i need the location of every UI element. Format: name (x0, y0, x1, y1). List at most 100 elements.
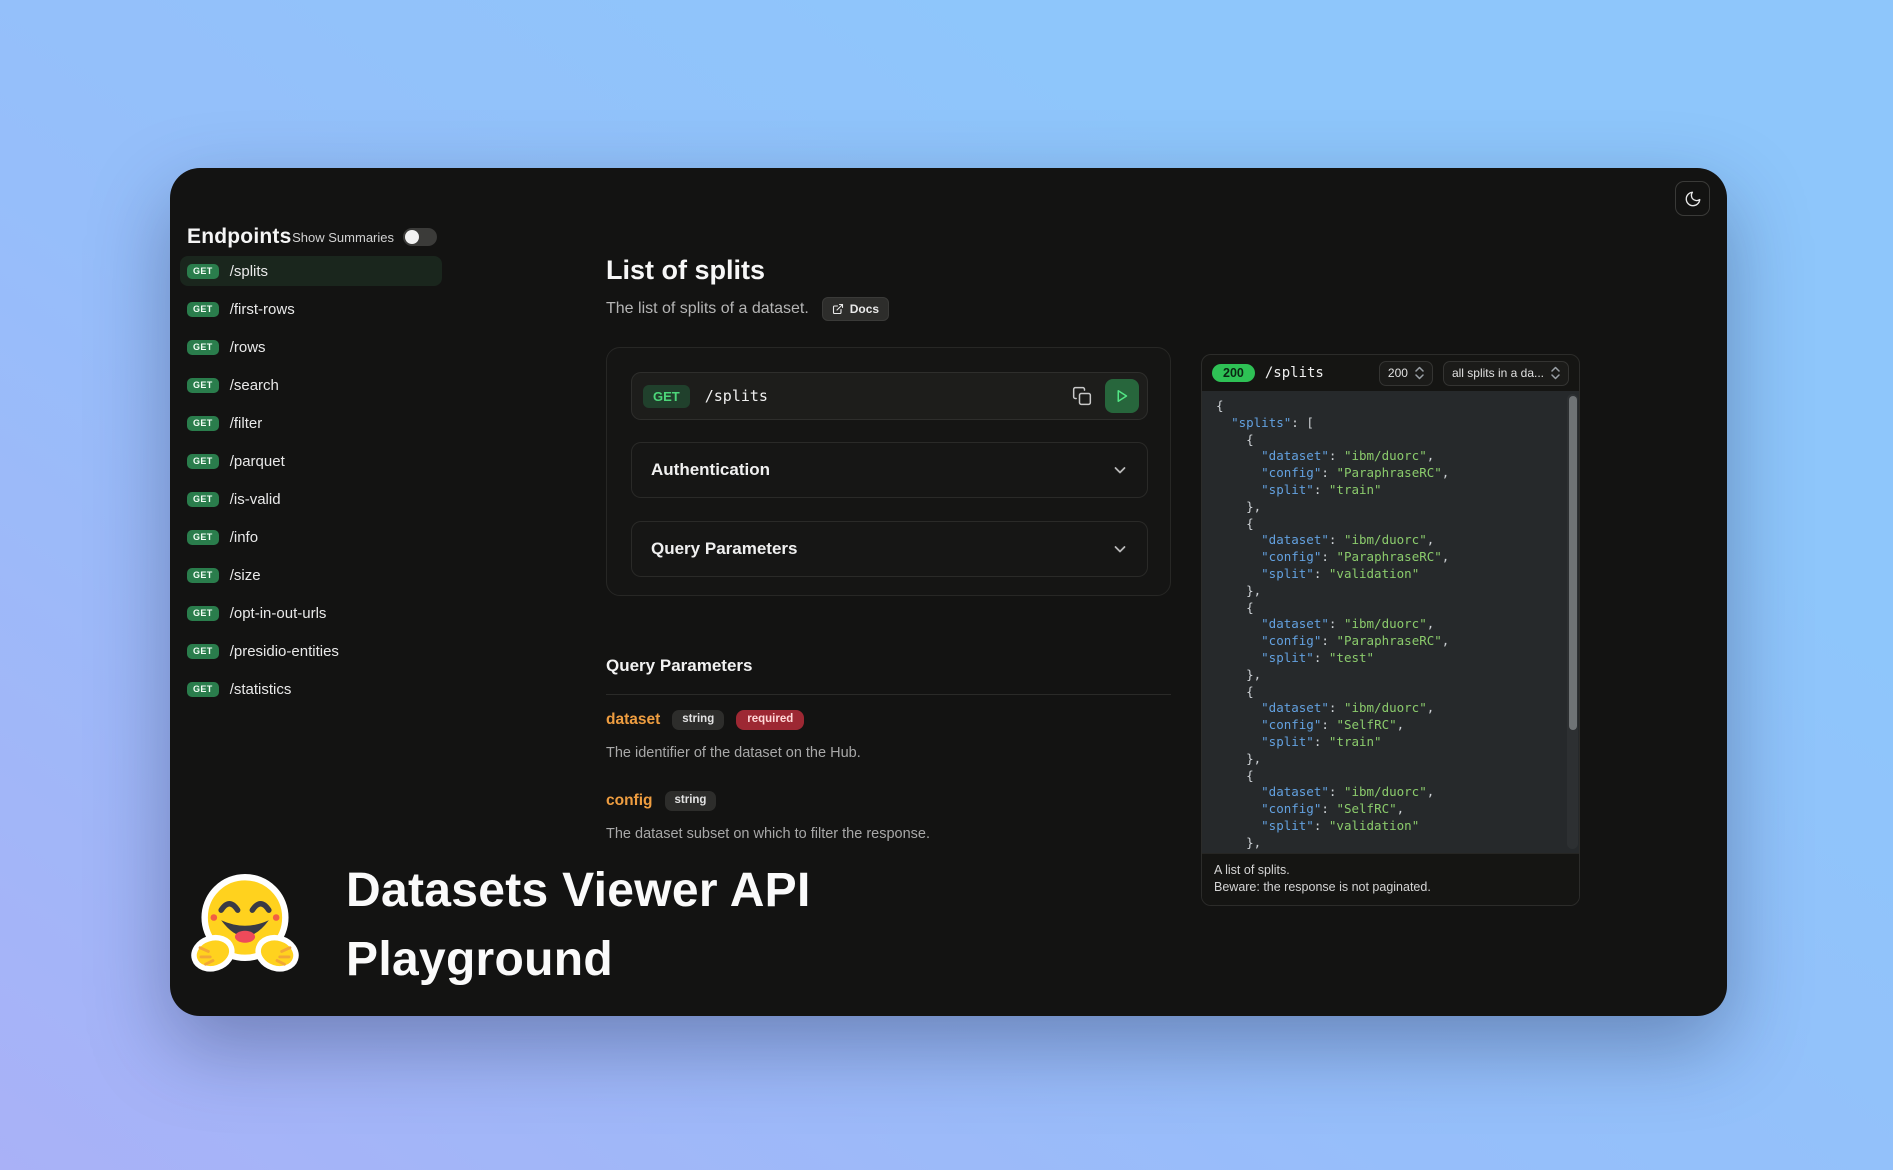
endpoint-path: /first-rows (230, 301, 295, 318)
page-title: List of splits (606, 255, 765, 286)
status-code-select-value: 200 (1388, 366, 1408, 380)
select-updown-icon (1415, 366, 1424, 380)
app-title-line2: Playground (346, 925, 811, 994)
sidebar-item-rows[interactable]: GET /rows (180, 332, 442, 362)
accordion-label: Authentication (651, 460, 770, 480)
app-title: Datasets Viewer API Playground (346, 856, 811, 994)
sidebar-item-presidio-entities[interactable]: GET /presidio-entities (180, 636, 442, 666)
show-summaries-label: Show Summaries (292, 230, 394, 245)
param-head: config string (606, 790, 1171, 812)
get-method-badge: GET (187, 644, 219, 659)
param-row: config string The dataset subset on whic… (606, 790, 1171, 844)
sidebar-item-info[interactable]: GET /info (180, 522, 442, 552)
param-row: dataset string required The identifier o… (606, 709, 1171, 763)
show-summaries-toggle[interactable] (403, 228, 437, 246)
get-method-badge: GET (187, 454, 219, 469)
query-parameters-heading: Query Parameters (606, 655, 1171, 677)
example-select-value: all splits in a da... (1452, 366, 1544, 380)
param-head: dataset string required (606, 709, 1171, 731)
copy-icon (1072, 386, 1092, 406)
response-summary-line2: Beware: the response is not paginated. (1214, 879, 1567, 896)
app-window: Endpoints Show Summaries GET /splits GET… (170, 168, 1727, 1016)
endpoint-list: GET /splits GET /first-rows GET /rows GE… (180, 256, 442, 704)
get-method-badge: GET (187, 378, 219, 393)
get-method-badge: GET (187, 302, 219, 317)
sidebar-item-parquet[interactable]: GET /parquet (180, 446, 442, 476)
dark-mode-toggle-button[interactable] (1675, 181, 1710, 216)
status-code-badge: 200 (1212, 364, 1255, 383)
get-method-badge: GET (187, 264, 219, 279)
chevron-down-icon (1112, 462, 1128, 478)
sidebar-item-filter[interactable]: GET /filter (180, 408, 442, 438)
param-description: The dataset subset on which to filter th… (606, 824, 1171, 844)
status-code-select[interactable]: 200 (1379, 361, 1433, 386)
param-type-badge: string (672, 710, 724, 730)
endpoint-path: /opt-in-out-urls (230, 605, 327, 622)
endpoint-path: /rows (230, 339, 266, 356)
sidebar-item-size[interactable]: GET /size (180, 560, 442, 590)
toggle-knob (405, 230, 419, 244)
get-method-badge: GET (187, 682, 219, 697)
param-required-badge: required (736, 710, 804, 730)
get-method-badge: GET (187, 492, 219, 507)
response-summary-line1: A list of splits. (1214, 862, 1567, 879)
sidebar-item-search[interactable]: GET /search (180, 370, 442, 400)
request-bar: GET /splits (631, 372, 1148, 420)
endpoint-path: /filter (230, 415, 263, 432)
run-button[interactable] (1105, 379, 1139, 413)
param-list: dataset string required The identifier o… (606, 709, 1171, 844)
get-method-badge: GET (187, 416, 219, 431)
endpoint-path: /search (230, 377, 279, 394)
divider (606, 694, 1171, 695)
param-type-badge: string (665, 791, 717, 811)
endpoint-path: /presidio-entities (230, 643, 339, 660)
sidebar-item-statistics[interactable]: GET /statistics (180, 674, 442, 704)
param-name: config (606, 792, 653, 810)
get-method-badge: GET (187, 568, 219, 583)
endpoint-path: /size (230, 567, 261, 584)
response-body: { "splits": [ { "dataset": "ibm/duorc", … (1202, 391, 1579, 853)
chevron-down-icon (1112, 541, 1128, 557)
sidebar-item-opt-in-out-urls[interactable]: GET /opt-in-out-urls (180, 598, 442, 628)
app-title-line1: Datasets Viewer API (346, 856, 811, 925)
get-method-badge: GET (187, 340, 219, 355)
query-parameters-section: Query Parameters dataset string required… (606, 655, 1171, 844)
response-code: { "splits": [ { "dataset": "ibm/duorc", … (1202, 391, 1579, 852)
request-card: GET /splits (606, 347, 1171, 596)
param-name: dataset (606, 711, 660, 729)
docs-button-label: Docs (850, 302, 879, 316)
endpoint-description: The list of splits of a dataset. (606, 300, 809, 318)
hugging-face-logo (190, 862, 300, 984)
scrollbar-thumb[interactable] (1569, 396, 1577, 730)
copy-button[interactable] (1068, 382, 1096, 410)
select-updown-icon (1551, 366, 1560, 380)
example-select[interactable]: all splits in a da... (1443, 361, 1569, 386)
param-description: The identifier of the dataset on the Hub… (606, 743, 1171, 763)
response-footer: A list of splits. Beware: the response i… (1202, 853, 1579, 906)
sidebar-item-is-valid[interactable]: GET /is-valid (180, 484, 442, 514)
method-badge: GET (643, 385, 690, 408)
get-method-badge: GET (187, 606, 219, 621)
query-parameters-accordion[interactable]: Query Parameters (631, 521, 1148, 577)
play-icon (1113, 387, 1131, 405)
sidebar-item-splits[interactable]: GET /splits (180, 256, 442, 286)
scrollbar-track[interactable] (1567, 394, 1578, 849)
sidebar-header: Endpoints Show Summaries (187, 224, 437, 250)
get-method-badge: GET (187, 530, 219, 545)
sidebar-item-first-rows[interactable]: GET /first-rows (180, 294, 442, 324)
endpoint-path: /statistics (230, 681, 292, 698)
docs-button[interactable]: Docs (822, 297, 889, 321)
sidebar-title: Endpoints (187, 225, 291, 249)
request-path: /splits (705, 387, 768, 405)
authentication-accordion[interactable]: Authentication (631, 442, 1148, 498)
description-row: The list of splits of a dataset. Docs (606, 297, 889, 321)
desktop-background: { "colors": { "background_gradient": ["#… (0, 0, 1893, 1170)
endpoint-path: /parquet (230, 453, 285, 470)
moon-icon (1684, 190, 1702, 208)
response-panel: 200 /splits 200 all splits in a da... (1201, 354, 1580, 906)
response-header: 200 /splits 200 all splits in a da... (1202, 355, 1579, 391)
show-summaries-control: Show Summaries (292, 228, 437, 246)
external-link-icon (832, 303, 844, 315)
endpoint-path: /is-valid (230, 491, 281, 508)
endpoint-path: /info (230, 529, 258, 546)
